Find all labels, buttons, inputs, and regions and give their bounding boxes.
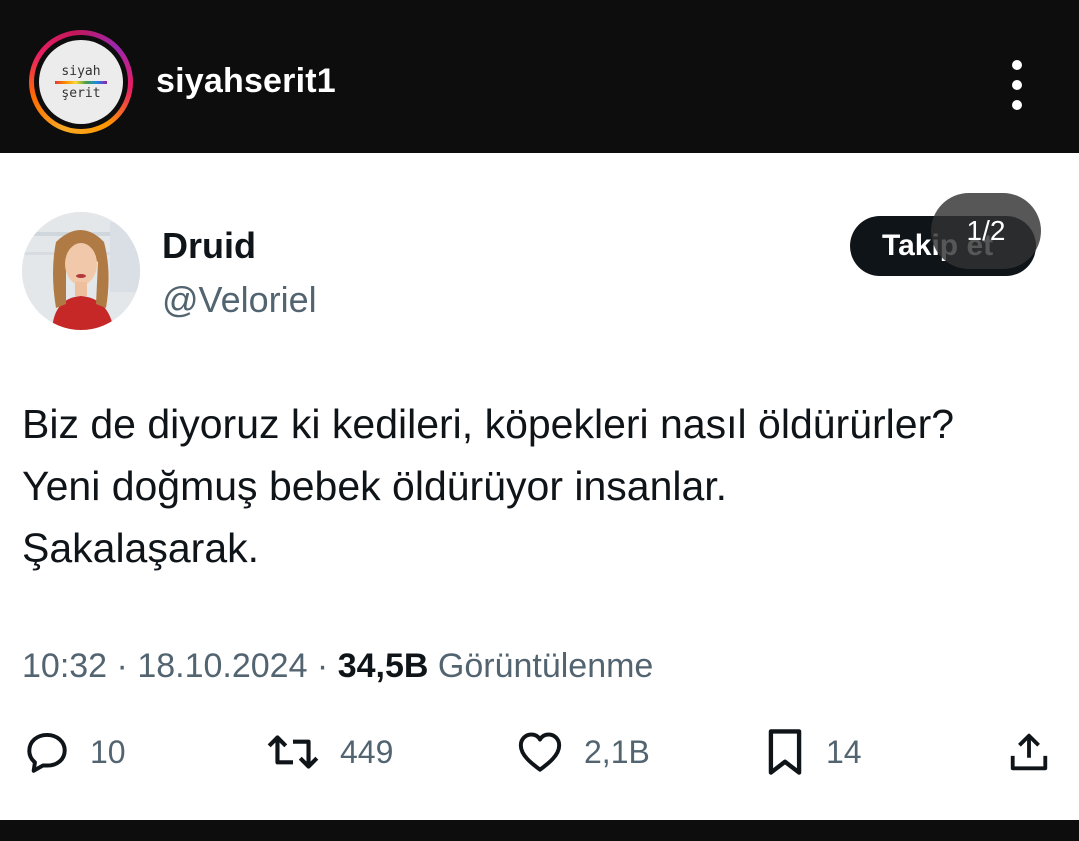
display-name[interactable]: Druid xyxy=(162,225,256,267)
reply-button[interactable]: 10 xyxy=(22,726,126,778)
tweet-time[interactable]: 10:32 xyxy=(22,647,107,685)
avatar-photo-icon xyxy=(22,212,140,330)
meta-separator: · xyxy=(307,647,338,685)
meta-separator: · xyxy=(107,647,138,685)
account-logo: siyah şerit xyxy=(39,40,123,124)
tweet-meta: 10:32 · 18.10.2024 · 34,5B Görüntülenme xyxy=(22,647,653,686)
more-options-icon[interactable] xyxy=(1004,60,1030,110)
app-header: siyah şerit siyahserit1 xyxy=(0,0,1079,153)
tweet-date[interactable]: 18.10.2024 xyxy=(137,647,307,685)
share-button[interactable] xyxy=(1006,726,1052,778)
reply-count: 10 xyxy=(90,733,126,770)
bookmark-icon xyxy=(768,729,802,775)
like-button[interactable]: 2,1B xyxy=(514,726,650,778)
tweet-text-line: Şakalaşarak. xyxy=(22,525,260,571)
avatar[interactable] xyxy=(22,212,140,330)
tweet-text-line: Biz de diyoruz ki kedileri, köpekleri na… xyxy=(22,401,955,447)
bottom-bar xyxy=(0,820,1079,841)
logo-text-line1: siyah xyxy=(61,63,101,79)
account-name[interactable]: siyahserit1 xyxy=(156,62,336,101)
like-count: 2,1B xyxy=(584,733,650,770)
bookmark-count: 14 xyxy=(826,733,862,770)
tweet-text: Biz de diyoruz ki kedileri, köpekleri na… xyxy=(22,393,1062,579)
logo-rainbow-bar xyxy=(55,80,107,84)
views-label: Görüntülenme xyxy=(437,647,654,685)
tweet-card: Druid @Veloriel Takip et 1/2 Biz de diyo… xyxy=(0,153,1079,820)
reply-icon xyxy=(27,732,67,773)
user-handle[interactable]: @Veloriel xyxy=(162,279,317,321)
profile-story-ring[interactable]: siyah şerit xyxy=(29,30,133,134)
page-indicator-text: 1/2 xyxy=(966,215,1006,246)
share-icon xyxy=(1010,733,1048,771)
retweet-count: 449 xyxy=(340,733,394,770)
tweet-text-line: Yeni doğmuş bebek öldürüyor insanlar. xyxy=(22,463,728,509)
logo-text-line2: şerit xyxy=(61,85,101,101)
heart-icon xyxy=(518,732,562,772)
page-indicator: 1/2 xyxy=(931,193,1041,269)
retweet-icon xyxy=(267,735,319,769)
bookmark-button[interactable]: 14 xyxy=(762,726,862,778)
retweet-button[interactable]: 449 xyxy=(264,726,393,778)
views-count: 34,5B xyxy=(337,647,429,685)
